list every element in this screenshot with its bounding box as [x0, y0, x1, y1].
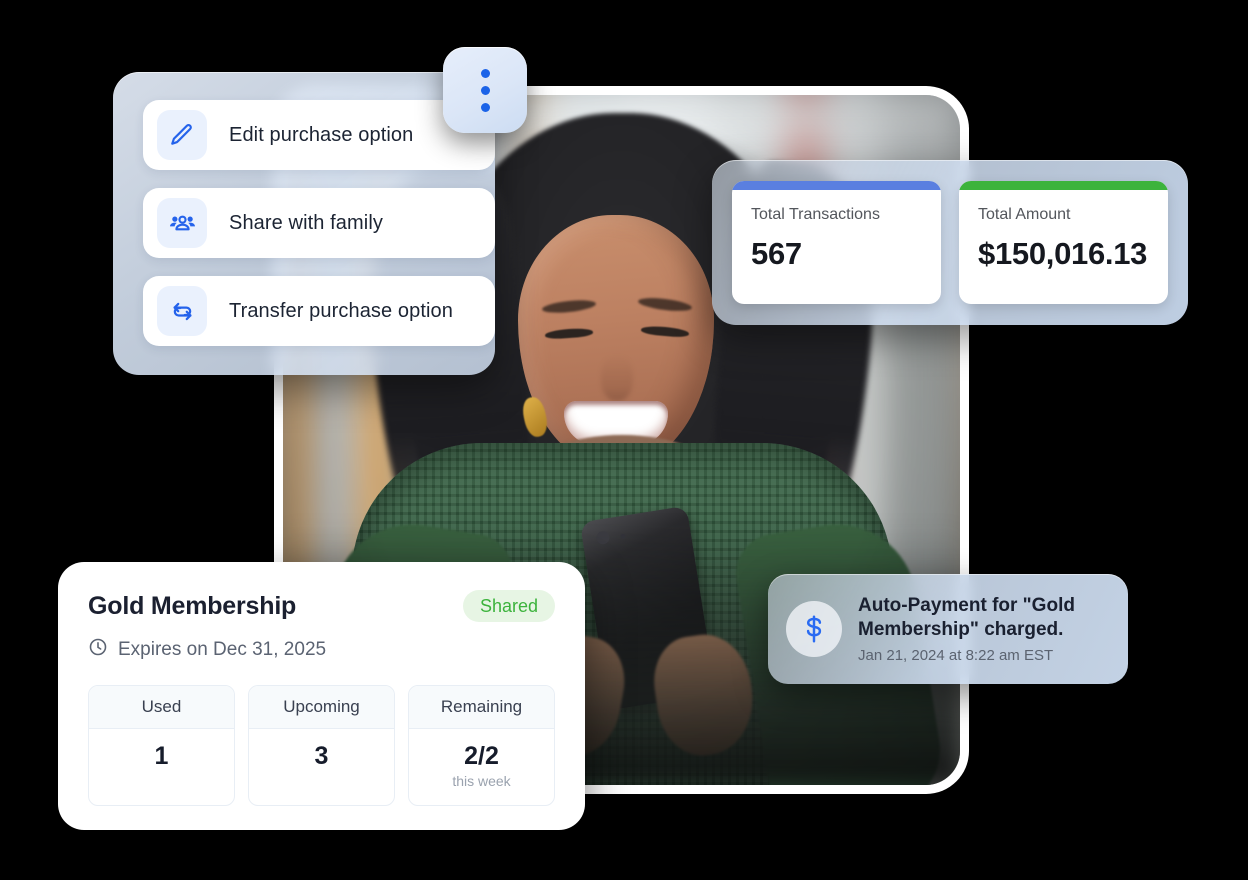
notification-timestamp: Jan 21, 2024 at 8:22 am EST: [858, 647, 1054, 665]
transfer-arrows-icon: [157, 286, 207, 336]
membership-stat-header: Upcoming: [249, 686, 394, 729]
membership-stat-body: 1: [89, 729, 234, 787]
kebab-menu-icon[interactable]: [443, 47, 527, 133]
menu-item-label: Share with family: [229, 211, 383, 234]
eyebrow-right: [637, 295, 692, 314]
stat-value: $150,016.13: [978, 236, 1148, 271]
kebab-dot: [480, 102, 490, 112]
stat-accent-bar: [732, 181, 941, 190]
actions-menu-panel: Edit purchase option Share with family T…: [113, 72, 495, 375]
membership-stat-value: 2/2: [464, 742, 499, 770]
eyebrow-left: [541, 298, 596, 315]
menu-item-share-with-family[interactable]: Share with family: [143, 188, 495, 258]
membership-stat-body: 2/2 this week: [409, 729, 554, 805]
membership-card-header: Gold Membership Shared: [88, 590, 555, 622]
stat-label: Total Transactions: [751, 206, 880, 223]
menu-item-transfer-purchase-option[interactable]: Transfer purchase option: [143, 276, 495, 346]
group-people-icon: [157, 198, 207, 248]
nose: [600, 355, 633, 401]
notification-title: Auto-Payment for "Gold Membership" charg…: [858, 594, 1075, 640]
membership-stats: Used 1 Upcoming 3 Remaining 2/2 this wee…: [88, 685, 555, 806]
dollar-sign-icon: [786, 601, 842, 657]
menu-item-label: Transfer purchase option: [229, 299, 454, 322]
page-title: Gold Membership: [88, 591, 297, 620]
menu-item-label: Edit purchase option: [229, 123, 414, 146]
stat-accent-bar: [959, 181, 1168, 190]
membership-stat-header: Used: [89, 686, 234, 729]
membership-expiry: Expires on Dec 31, 2025: [88, 637, 555, 663]
eye-right: [640, 324, 689, 339]
promo-composition: Edit purchase option Share with family T…: [0, 0, 1248, 880]
membership-stat-body: 3: [249, 729, 394, 787]
notification-text: Auto-Payment for "Gold Membership" charg…: [858, 594, 1110, 665]
membership-card: Gold Membership Shared Expires on Dec 31…: [58, 562, 585, 830]
face: [517, 215, 714, 465]
membership-stat-remaining: Remaining 2/2 this week: [408, 685, 555, 806]
membership-stat-subtext: this week: [452, 772, 511, 789]
kebab-dot: [480, 68, 490, 78]
kebab-dot: [480, 85, 490, 95]
notification-toast[interactable]: Auto-Payment for "Gold Membership" charg…: [768, 574, 1128, 684]
stat-card-total-amount: Total Amount $150,016.13: [959, 181, 1168, 304]
stat-label: Total Amount: [978, 206, 1071, 223]
eye-left: [544, 327, 593, 340]
pencil-icon: [157, 110, 207, 160]
membership-stat-value: 1: [154, 742, 169, 770]
stats-panel: Total Transactions 567 Total Amount $150…: [712, 160, 1188, 325]
membership-stat-upcoming: Upcoming 3: [248, 685, 395, 806]
status-badge: Shared: [462, 590, 555, 622]
stat-card-total-transactions: Total Transactions 567: [732, 181, 941, 304]
membership-stat-header: Remaining: [409, 686, 554, 729]
stat-card-body: Total Transactions 567: [732, 190, 941, 282]
stat-card-body: Total Amount $150,016.13: [959, 190, 1168, 282]
clock-icon: [88, 637, 108, 663]
membership-expiry-text: Expires on Dec 31, 2025: [118, 639, 327, 660]
stat-value: 567: [751, 236, 802, 271]
membership-stat-used: Used 1: [88, 685, 235, 806]
membership-stat-value: 3: [314, 742, 329, 770]
